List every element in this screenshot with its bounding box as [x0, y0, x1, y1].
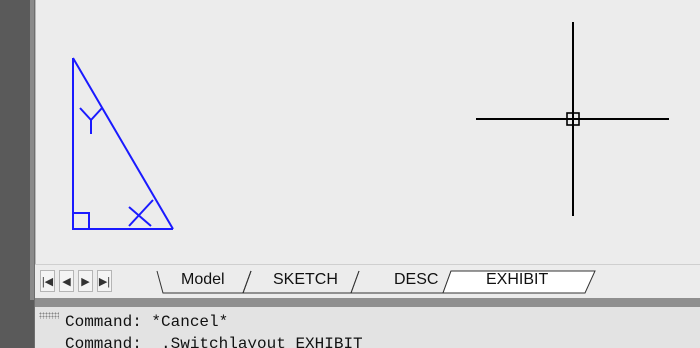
grip-handle-icon[interactable]: [39, 312, 59, 319]
angle-y-marker: [79, 107, 103, 134]
tab-desc[interactable]: DESC: [394, 271, 438, 289]
splitter-bar[interactable]: [35, 298, 700, 307]
triangle[interactable]: [72, 57, 174, 230]
layout-tab-bar: |◀ ◀ ▶ ▶| Model SKETCH DESC EXHIBIT: [35, 264, 700, 299]
angle-x-marker: [128, 199, 154, 227]
left-panel-edge: [0, 0, 34, 348]
right-angle-marker: [72, 212, 90, 230]
tab-outlines: [156, 270, 596, 294]
triangle-hypotenuse: [72, 57, 174, 230]
tab-exhibit[interactable]: EXHIBIT: [486, 271, 548, 289]
command-history-line: Command: _.Switchlayout EXHIBIT: [65, 335, 363, 348]
command-line-window[interactable]: Command: *Cancel* Command: _.Switchlayou…: [35, 307, 700, 348]
drawing-svg: [72, 22, 669, 230]
crosshair-cursor: [476, 22, 669, 216]
drawing-canvas[interactable]: [35, 0, 700, 264]
panel-divider: [30, 0, 34, 300]
command-history-line: Command: *Cancel*: [65, 313, 229, 331]
tab-sketch[interactable]: SKETCH: [273, 271, 338, 289]
tab-model[interactable]: Model: [181, 271, 225, 289]
